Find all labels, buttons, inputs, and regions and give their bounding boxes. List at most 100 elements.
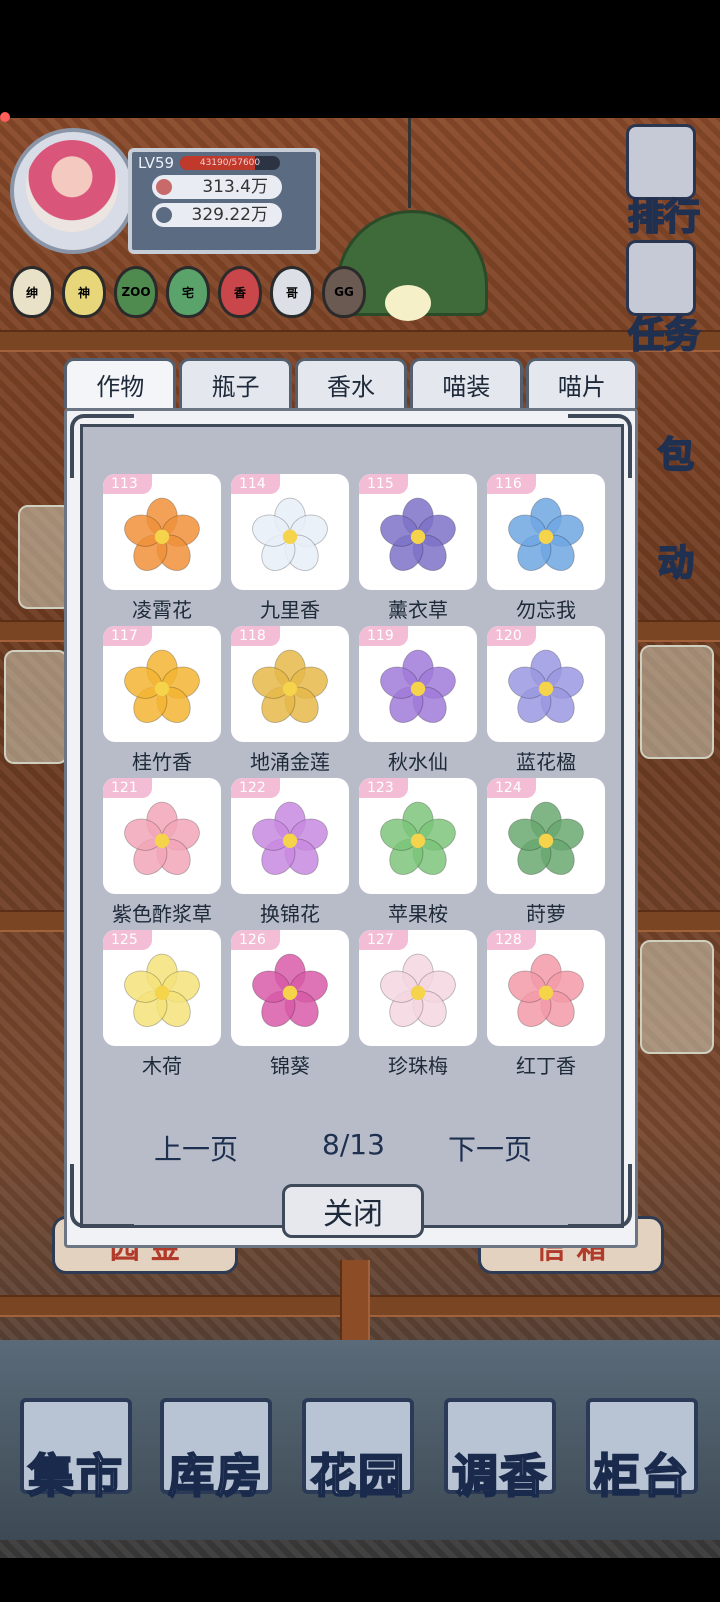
nav-perfume-mixing[interactable]: 调香 bbox=[444, 1398, 556, 1508]
task-icon[interactable] bbox=[626, 240, 696, 316]
flower-icon bbox=[124, 649, 200, 724]
title-badge[interactable]: 香 bbox=[218, 266, 262, 318]
xp-text: 43190/57600 bbox=[199, 158, 261, 168]
title-badge[interactable]: 宅 bbox=[166, 266, 210, 318]
prev-page-button[interactable]: 上一页 bbox=[154, 1128, 238, 1168]
title-badge[interactable]: 哥 bbox=[270, 266, 314, 318]
flower-icon bbox=[508, 801, 584, 876]
item-name: 苹果桉 bbox=[388, 902, 448, 926]
collection-item[interactable]: 124 莳萝 bbox=[487, 778, 605, 930]
flower-icon bbox=[380, 801, 456, 876]
tab-cat-outfits[interactable]: 喵装 bbox=[410, 358, 523, 408]
collection-item[interactable]: 127 珍珠梅 bbox=[359, 930, 477, 1082]
item-name: 凌霄花 bbox=[132, 598, 192, 622]
nav-counter-label: 柜台 bbox=[593, 1448, 690, 1504]
title-badge[interactable]: GG bbox=[322, 266, 366, 318]
item-card[interactable]: 124 bbox=[487, 778, 605, 894]
lamp-cord bbox=[408, 118, 411, 208]
item-card[interactable]: 127 bbox=[359, 930, 477, 1046]
item-name: 薰衣草 bbox=[388, 598, 448, 622]
item-name: 莳萝 bbox=[526, 902, 566, 926]
panel-ornament bbox=[70, 414, 134, 478]
flower-icon bbox=[252, 801, 328, 876]
lamp-bulb bbox=[385, 285, 431, 321]
item-card[interactable]: 113 bbox=[103, 474, 221, 590]
item-card[interactable]: 126 bbox=[231, 930, 349, 1046]
jar bbox=[4, 650, 68, 764]
next-page-button[interactable]: 下一页 bbox=[448, 1128, 532, 1168]
collection-item[interactable]: 118 地涌金莲 bbox=[231, 626, 349, 778]
jar bbox=[640, 645, 714, 759]
collection-item[interactable]: 119 秋水仙 bbox=[359, 626, 477, 778]
flower-icon bbox=[252, 953, 328, 1028]
nav-counter[interactable]: 柜台 bbox=[586, 1398, 698, 1508]
item-card[interactable]: 128 bbox=[487, 930, 605, 1046]
collection-item[interactable]: 125 木荷 bbox=[103, 930, 221, 1082]
tab-perfumes[interactable]: 香水 bbox=[294, 358, 408, 408]
flower-icon bbox=[124, 801, 200, 876]
collection-item[interactable]: 117 桂竹香 bbox=[103, 626, 221, 778]
currency-2-value: 329.22万 bbox=[191, 205, 268, 225]
title-badges: 绅神 ZOO 宅香哥 GG bbox=[10, 266, 366, 318]
title-badge[interactable]: ZOO bbox=[114, 266, 158, 318]
item-card[interactable]: 120 bbox=[487, 626, 605, 742]
nav-garden[interactable]: 花园 bbox=[302, 1398, 414, 1508]
collection-item[interactable]: 114 九里香 bbox=[231, 474, 349, 626]
collection-item[interactable]: 126 锦葵 bbox=[231, 930, 349, 1082]
flower-icon bbox=[380, 953, 456, 1028]
nav-garden-label: 花园 bbox=[309, 1448, 406, 1504]
currency-2: 329.22万 bbox=[152, 203, 282, 227]
item-name: 紫色酢浆草 bbox=[112, 902, 212, 926]
flower-icon bbox=[380, 649, 456, 724]
item-name: 勿忘我 bbox=[516, 598, 576, 622]
collection-item[interactable]: 113 凌霄花 bbox=[103, 474, 221, 626]
item-name: 珍珠梅 bbox=[388, 1054, 448, 1078]
item-name: 九里香 bbox=[260, 598, 320, 622]
tab-crops[interactable]: 作物 bbox=[64, 358, 177, 408]
nav-market[interactable]: 集市 bbox=[20, 1398, 132, 1508]
tab-cat-cards[interactable]: 喵片 bbox=[525, 358, 639, 408]
collection-item[interactable]: 116 勿忘我 bbox=[487, 474, 605, 626]
collection-item[interactable]: 115 薰衣草 bbox=[359, 474, 477, 626]
nav-perfume-mixing-label: 调香 bbox=[451, 1448, 548, 1504]
item-name: 秋水仙 bbox=[388, 750, 448, 774]
bag-button[interactable]: 包 bbox=[646, 426, 706, 478]
collection-tabs: 作物 瓶子 香水 喵装 喵片 bbox=[64, 358, 639, 408]
item-card[interactable]: 117 bbox=[103, 626, 221, 742]
collection-item[interactable]: 123 苹果桉 bbox=[359, 778, 477, 930]
collection-item[interactable]: 122 换锦花 bbox=[231, 778, 349, 930]
title-badge[interactable]: 绅 bbox=[10, 266, 54, 318]
flower-icon bbox=[380, 497, 456, 572]
currency-1-value: 313.4万 bbox=[202, 177, 268, 197]
task-button[interactable]: 任务 bbox=[616, 306, 712, 358]
item-card[interactable]: 123 bbox=[359, 778, 477, 894]
flower-icon bbox=[124, 953, 200, 1028]
avatar[interactable] bbox=[26, 140, 118, 232]
item-card[interactable]: 125 bbox=[103, 930, 221, 1046]
item-name: 桂竹香 bbox=[132, 750, 192, 774]
title-badge[interactable]: 神 bbox=[62, 266, 106, 318]
collection-item[interactable]: 121 紫色酢浆草 bbox=[103, 778, 221, 930]
item-card[interactable]: 121 bbox=[103, 778, 221, 894]
tab-bottles[interactable]: 瓶子 bbox=[179, 358, 292, 408]
flower-icon bbox=[124, 497, 200, 572]
collection-item[interactable]: 120 蓝花楹 bbox=[487, 626, 605, 778]
panel-ornament bbox=[568, 1164, 632, 1228]
close-button[interactable]: 关闭 bbox=[282, 1184, 424, 1238]
ranking-button[interactable]: 排行 bbox=[616, 188, 712, 240]
flower-icon bbox=[508, 649, 584, 724]
item-name: 木荷 bbox=[142, 1054, 182, 1078]
item-card[interactable]: 115 bbox=[359, 474, 477, 590]
item-name: 红丁香 bbox=[516, 1054, 576, 1078]
item-card[interactable]: 114 bbox=[231, 474, 349, 590]
item-name: 地涌金莲 bbox=[250, 750, 330, 774]
nav-warehouse-label: 库房 bbox=[167, 1448, 264, 1504]
nav-warehouse[interactable]: 库房 bbox=[160, 1398, 272, 1508]
item-card[interactable]: 122 bbox=[231, 778, 349, 894]
item-card[interactable]: 118 bbox=[231, 626, 349, 742]
flower-icon bbox=[508, 953, 584, 1028]
item-card[interactable]: 119 bbox=[359, 626, 477, 742]
collection-item[interactable]: 128 红丁香 bbox=[487, 930, 605, 1082]
activity-button[interactable]: 动 bbox=[646, 534, 706, 586]
item-card[interactable]: 116 bbox=[487, 474, 605, 590]
